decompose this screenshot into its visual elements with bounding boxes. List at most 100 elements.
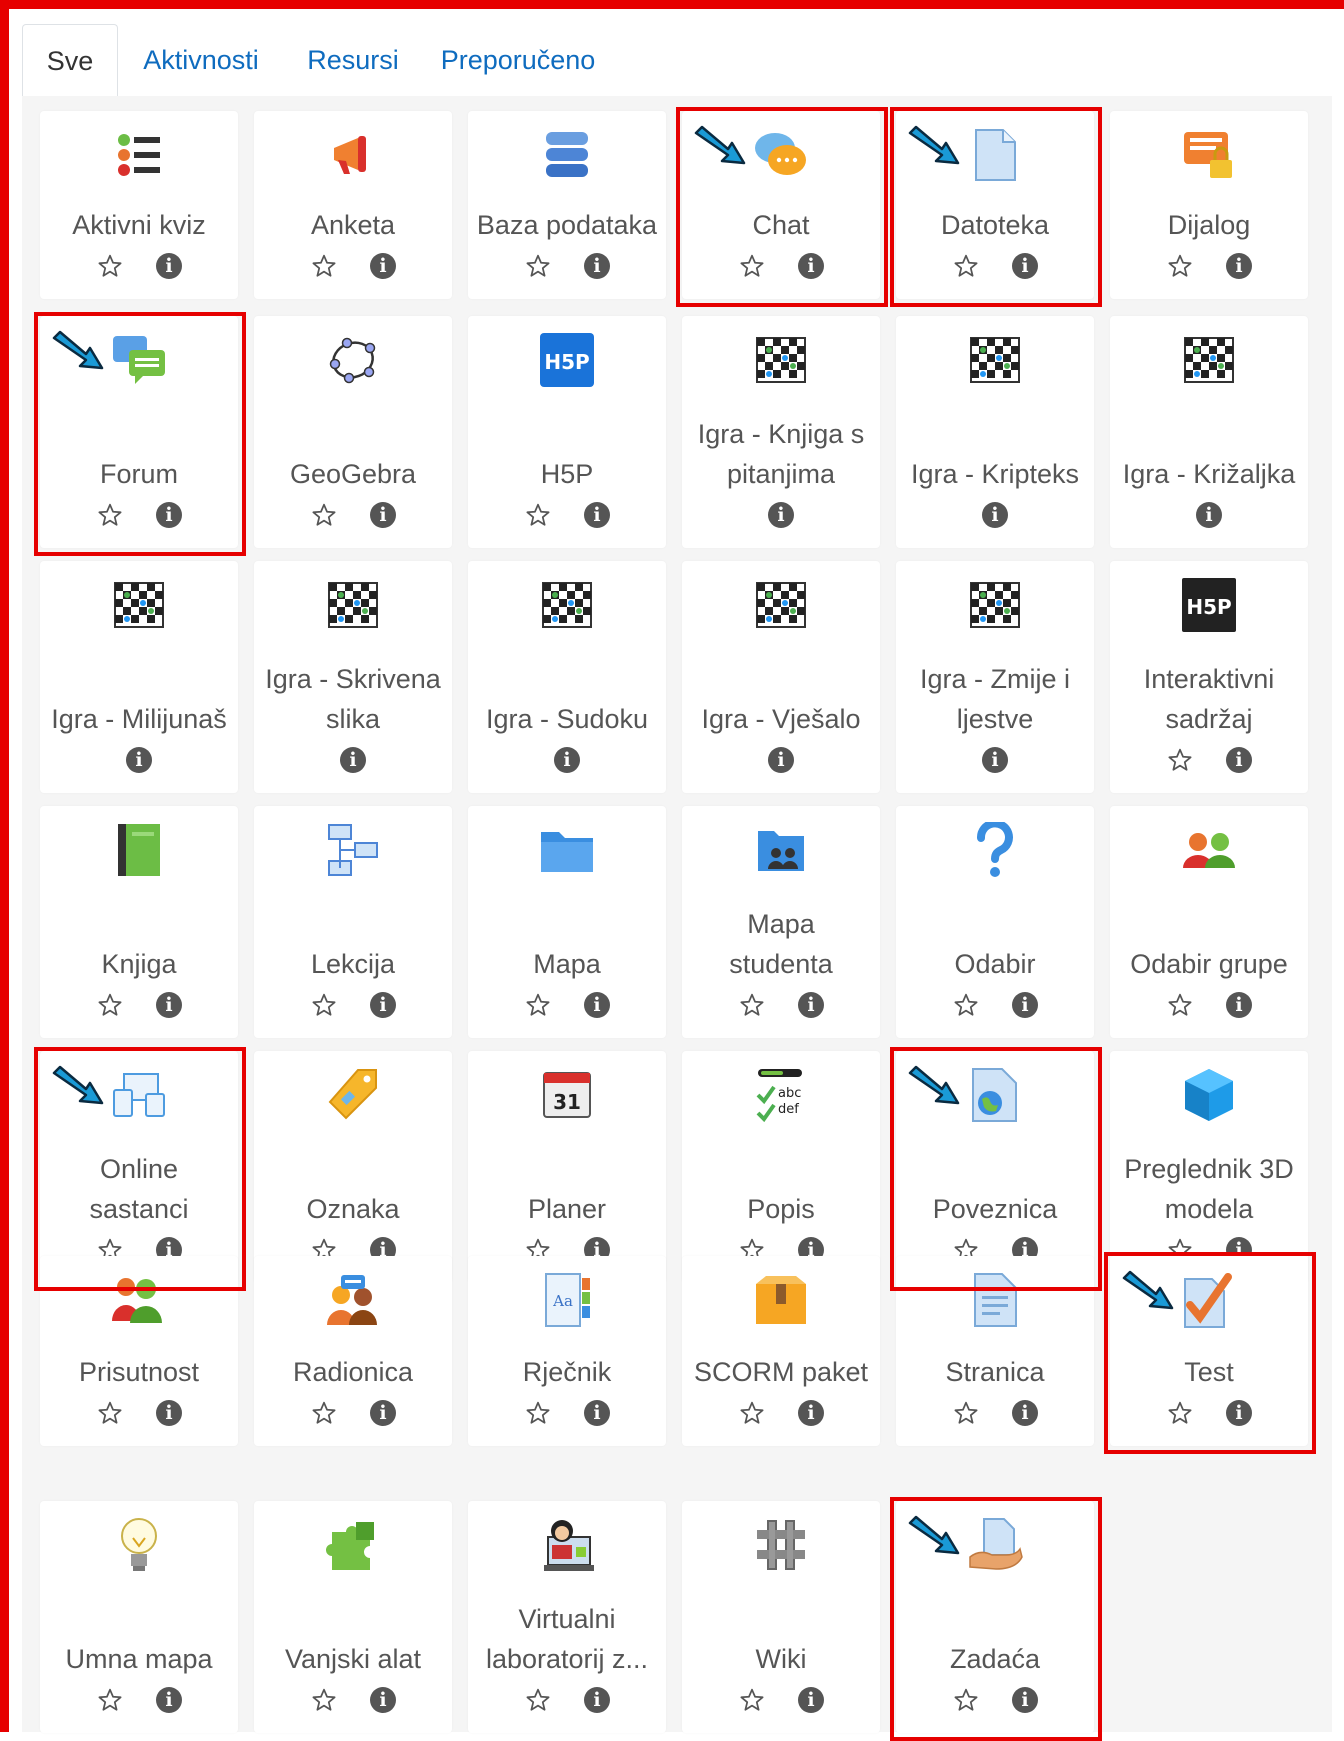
module-tile[interactable]: Dijalog i	[1110, 111, 1308, 299]
info-icon[interactable]: i	[982, 502, 1008, 528]
info-icon[interactable]: i	[1196, 502, 1222, 528]
info-icon[interactable]: i	[1226, 1400, 1252, 1426]
module-tile[interactable]: Igra - Sudoku i	[468, 561, 666, 793]
star-icon[interactable]	[310, 252, 338, 280]
star-icon[interactable]	[952, 1686, 980, 1714]
star-icon[interactable]	[524, 1686, 552, 1714]
module-tile[interactable]: GeoGebra i	[254, 316, 452, 548]
tab-activities[interactable]: Aktivnosti	[126, 24, 276, 96]
module-tile[interactable]: Stranica i	[896, 1256, 1094, 1446]
star-icon[interactable]	[96, 252, 124, 280]
star-icon[interactable]	[310, 991, 338, 1019]
info-icon[interactable]: i	[1012, 992, 1038, 1018]
module-tile[interactable]: Aktivni kviz i	[40, 111, 238, 299]
info-icon[interactable]: i	[584, 992, 610, 1018]
module-tile[interactable]: Prisutnost i	[40, 1256, 238, 1446]
star-icon[interactable]	[524, 991, 552, 1019]
star-icon[interactable]	[738, 252, 766, 280]
info-icon[interactable]: i	[156, 1687, 182, 1713]
info-icon[interactable]: i	[584, 253, 610, 279]
info-icon[interactable]: i	[768, 747, 794, 773]
module-tile[interactable]: Vanjski alat i	[254, 1501, 452, 1733]
star-icon[interactable]	[738, 1399, 766, 1427]
info-icon[interactable]: i	[1012, 1400, 1038, 1426]
star-icon[interactable]	[524, 1399, 552, 1427]
tab-recommended[interactable]: Preporučeno	[430, 24, 606, 96]
module-tile[interactable]: Odabir grupe i	[1110, 806, 1308, 1038]
module-tile[interactable]: SCORM paket i	[682, 1256, 880, 1446]
star-icon[interactable]	[524, 501, 552, 529]
star-icon[interactable]	[738, 991, 766, 1019]
info-icon[interactable]: i	[156, 253, 182, 279]
tab-all[interactable]: Sve	[22, 24, 118, 97]
module-tile[interactable]: Umna mapa i	[40, 1501, 238, 1733]
info-icon[interactable]: i	[156, 1400, 182, 1426]
module-tile[interactable]: Igra - Skrivena slika i	[254, 561, 452, 793]
module-tile[interactable]: Odabir i	[896, 806, 1094, 1038]
module-tile[interactable]: Aa Rječnik i	[468, 1256, 666, 1446]
info-icon[interactable]: i	[1226, 253, 1252, 279]
star-icon[interactable]	[96, 991, 124, 1019]
info-icon[interactable]: i	[370, 253, 396, 279]
star-icon[interactable]	[1166, 746, 1194, 774]
info-icon[interactable]: i	[1226, 747, 1252, 773]
module-tile[interactable]: Igra - Milijunaš i	[40, 561, 238, 793]
tab-resources[interactable]: Resursi	[294, 24, 412, 96]
info-icon[interactable]: i	[1226, 992, 1252, 1018]
star-icon[interactable]	[310, 1686, 338, 1714]
star-icon[interactable]	[952, 1399, 980, 1427]
module-tile[interactable]: Virtualni laboratorij z... i	[468, 1501, 666, 1733]
module-tile[interactable]: Knjiga i	[40, 806, 238, 1038]
star-icon[interactable]	[310, 1399, 338, 1427]
star-icon[interactable]	[952, 252, 980, 280]
info-icon[interactable]: i	[798, 1400, 824, 1426]
star-icon[interactable]	[96, 1399, 124, 1427]
info-icon[interactable]: i	[1012, 253, 1038, 279]
info-icon[interactable]: i	[370, 992, 396, 1018]
module-tile[interactable]: 31 Planer i	[468, 1051, 666, 1283]
info-icon[interactable]: i	[584, 502, 610, 528]
star-icon[interactable]	[952, 991, 980, 1019]
star-icon[interactable]	[1166, 1399, 1194, 1427]
module-tile[interactable]: Mapa studenta i	[682, 806, 880, 1038]
info-icon[interactable]: i	[126, 747, 152, 773]
info-icon[interactable]: i	[584, 1687, 610, 1713]
module-tile[interactable]: Preglednik 3D modela i	[1110, 1051, 1308, 1283]
info-icon[interactable]: i	[798, 1687, 824, 1713]
module-tile[interactable]: H5P H5P i	[468, 316, 666, 548]
star-icon[interactable]	[524, 252, 552, 280]
module-tile[interactable]: Anketa i	[254, 111, 452, 299]
info-icon[interactable]: i	[370, 502, 396, 528]
info-icon[interactable]: i	[370, 1400, 396, 1426]
module-tile[interactable]: abc def Popis i	[682, 1051, 880, 1283]
module-tile[interactable]: Igra - Križaljka i	[1110, 316, 1308, 548]
star-icon[interactable]	[738, 1686, 766, 1714]
star-icon[interactable]	[1166, 252, 1194, 280]
module-tile[interactable]: Lekcija i	[254, 806, 452, 1038]
info-icon[interactable]: i	[156, 992, 182, 1018]
info-icon[interactable]: i	[982, 747, 1008, 773]
module-tile[interactable]: Igra - Kripteks i	[896, 316, 1094, 548]
star-icon[interactable]	[1166, 991, 1194, 1019]
info-icon[interactable]: i	[584, 1400, 610, 1426]
info-icon[interactable]: i	[370, 1687, 396, 1713]
module-tile[interactable]: Baza podataka i	[468, 111, 666, 299]
star-icon[interactable]	[96, 1686, 124, 1714]
info-icon[interactable]: i	[798, 992, 824, 1018]
module-tile[interactable]: H5P Interaktivni sadržaj i	[1110, 561, 1308, 793]
module-tile[interactable]: Mapa i	[468, 806, 666, 1038]
module-tile[interactable]: Igra - Knjiga s pitanjima i	[682, 316, 880, 548]
module-tile[interactable]: Radionica i	[254, 1256, 452, 1446]
star-icon[interactable]	[310, 501, 338, 529]
star-icon[interactable]	[96, 501, 124, 529]
info-icon[interactable]: i	[554, 747, 580, 773]
module-tile[interactable]: Igra - Zmije i ljestve i	[896, 561, 1094, 793]
info-icon[interactable]: i	[1012, 1687, 1038, 1713]
info-icon[interactable]: i	[156, 502, 182, 528]
module-tile[interactable]: Oznaka i	[254, 1051, 452, 1283]
info-icon[interactable]: i	[768, 502, 794, 528]
info-icon[interactable]: i	[340, 747, 366, 773]
module-tile[interactable]: Igra - Vješalo i	[682, 561, 880, 793]
module-tile[interactable]: Wiki i	[682, 1501, 880, 1733]
info-icon[interactable]: i	[798, 253, 824, 279]
